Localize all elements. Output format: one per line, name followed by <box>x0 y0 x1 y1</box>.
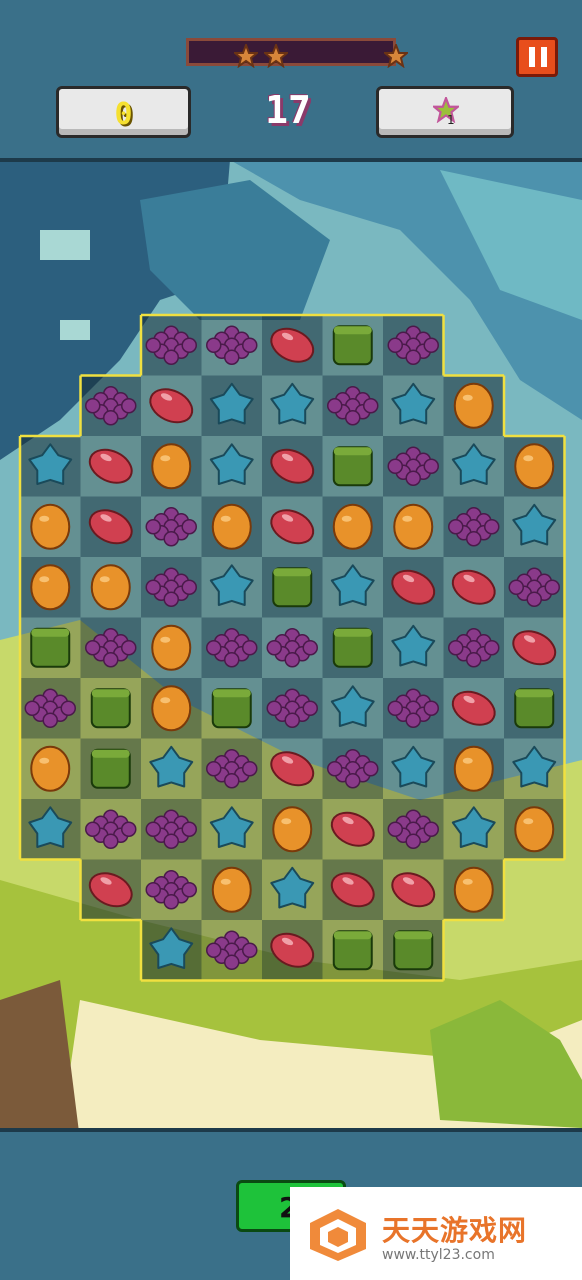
watermark: 天天游戏网 www.ttyl23.com <box>290 1187 582 1280</box>
moves-remaining: 17 <box>265 88 311 132</box>
coin-count: 0 <box>114 97 133 132</box>
pause-icon <box>541 47 547 67</box>
star-milestone-icon <box>264 44 288 68</box>
booster-count: 1 <box>447 113 455 127</box>
pause-icon <box>529 47 535 67</box>
star-milestone-icon <box>384 44 408 68</box>
top-hud-bar: 0 17 1 <box>0 0 582 162</box>
coins-button[interactable]: 0 <box>56 86 191 138</box>
booster-button[interactable]: 1 <box>376 86 514 138</box>
background-scenery <box>0 0 582 1280</box>
pause-button[interactable] <box>516 37 558 77</box>
watermark-title: 天天游戏网 <box>382 1214 528 1247</box>
watermark-logo-icon <box>310 1209 366 1261</box>
star-booster-icon <box>433 97 459 123</box>
watermark-url: www.ttyl23.com <box>382 1247 495 1263</box>
score-progress-bar <box>186 38 396 66</box>
star-milestone-icon <box>234 44 258 68</box>
